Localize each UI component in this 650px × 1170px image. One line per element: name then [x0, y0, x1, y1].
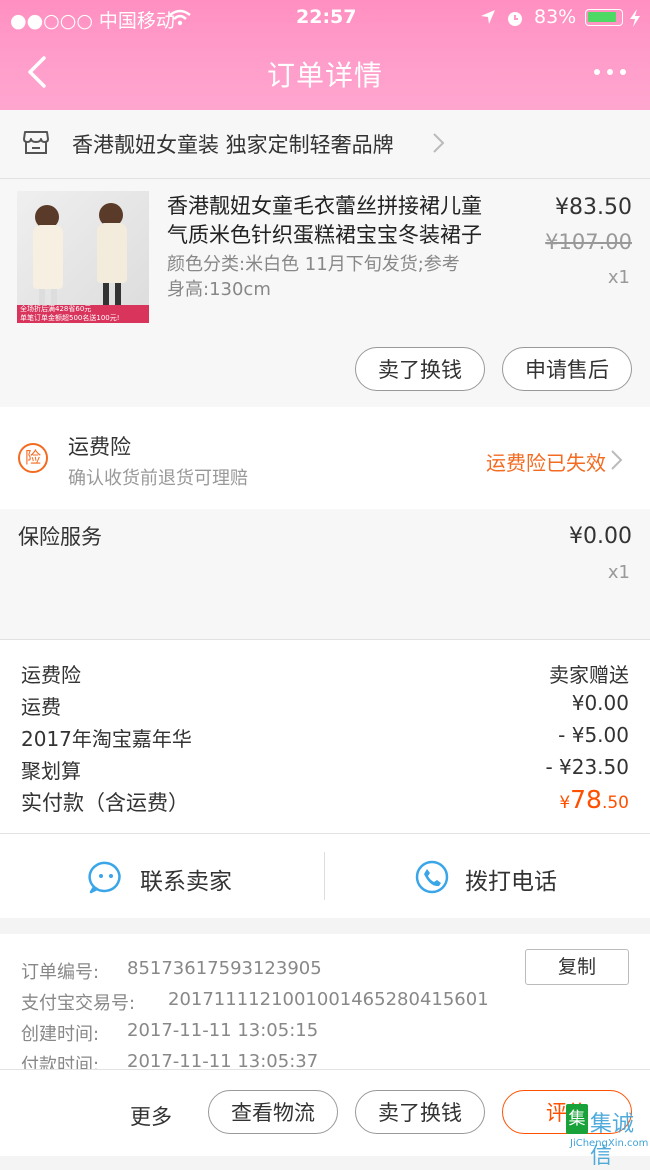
chevron-right-icon: [433, 133, 445, 153]
summary-value: - ¥23.50: [545, 755, 629, 779]
phone-icon: [415, 860, 449, 894]
product-title-line1: 香港靓妞女童毛衣蕾丝拼接裙儿童: [167, 194, 482, 218]
order-number-value: 85173617593123905: [127, 958, 322, 979]
freight-insurance-title: 运费险: [68, 435, 131, 459]
thumb-promo-banner: 全场折后满428省60元 单笔订单金额超500名送100元!: [17, 305, 149, 323]
charging-bolt-icon: [630, 9, 640, 27]
summary-label: 运费险: [21, 663, 81, 687]
insurance-service-label: 保险服务: [18, 525, 102, 549]
shop-name: 香港靓妞女童装 独家定制轻奢品牌: [72, 133, 394, 157]
call-phone-button[interactable]: 拨打电话: [325, 834, 650, 918]
product-price: ¥83.50: [555, 195, 632, 220]
product-title-line2: 气质米色针织蛋糕裙宝宝冬装裙子: [167, 223, 482, 247]
product-quantity: x1: [607, 267, 630, 288]
clock: 22:57: [296, 6, 357, 28]
order-number-label: 订单编号:: [21, 962, 100, 983]
battery-icon: [585, 9, 623, 26]
copy-button[interactable]: 复制: [525, 949, 629, 985]
product-title: 香港靓妞女童毛衣蕾丝拼接裙儿童 气质米色针织蛋糕裙宝宝冬装裙子: [167, 192, 482, 250]
status-bar: ●●○○○ 中国移动 22:57 83%: [0, 0, 650, 36]
header: ●●○○○ 中国移动 22:57 83% 订单详情: [0, 0, 650, 110]
more-options-icon[interactable]: [594, 66, 628, 78]
total-integer: 78: [570, 785, 602, 814]
freight-insurance-row[interactable]: 险 运费险 确认收货前退货可理赔 运费险已失效: [0, 407, 650, 509]
battery-percent: 83%: [534, 6, 577, 28]
alarm-icon: [508, 12, 522, 26]
apply-after-sale-button[interactable]: 申请售后: [502, 347, 632, 391]
alipay-trade-label: 支付宝交易号:: [21, 993, 136, 1014]
chat-face-icon: [88, 861, 121, 894]
product-sku: 颜色分类:米白色 11月下旬发货;参考 身高:130cm: [167, 252, 460, 302]
carrier-label: ●●○○○ 中国移动: [10, 10, 175, 32]
order-info: 订单编号: 85173617593123905 支付宝交易号: 20171111…: [0, 934, 650, 1074]
created-time-label: 创建时间:: [21, 1024, 100, 1045]
thumb-caption-2: 单笔订单金额超500名送100元!: [20, 314, 120, 322]
product-thumbnail[interactable]: 全场折后满428省60元 单笔订单金额超500名送100元!: [17, 191, 149, 323]
shop-row[interactable]: 香港靓妞女童装 独家定制轻奢品牌: [0, 110, 650, 178]
insurance-service-quantity: x1: [607, 562, 630, 583]
view-logistics-button[interactable]: 查看物流: [208, 1090, 338, 1134]
created-time-value: 2017-11-11 13:05:15: [127, 1020, 319, 1041]
payment-summary: 运费险 卖家赠送 运费 ¥0.00 2017年淘宝嘉年华 - ¥5.00 聚划算…: [0, 640, 650, 833]
product-sku-line1: 颜色分类:米白色 11月下旬发货;参考: [167, 254, 460, 275]
watermark-domain: JiChengXin.com: [570, 1138, 649, 1149]
contact-seller-button[interactable]: 联系卖家: [0, 834, 325, 918]
chevron-right-icon: [611, 450, 623, 470]
contact-seller-label: 联系卖家: [140, 869, 232, 895]
summary-value: ¥0.00: [571, 691, 629, 715]
total-currency: ¥: [559, 793, 571, 813]
summary-value: - ¥5.00: [558, 723, 629, 747]
summary-label: 聚划算: [21, 759, 81, 783]
product-sku-line2: 身高:130cm: [167, 279, 271, 300]
shop-icon: [23, 131, 49, 154]
bottom-action-bar: 更多 查看物流 卖了换钱 评价: [0, 1069, 650, 1156]
summary-value: 卖家赠送: [549, 663, 629, 687]
insurance-badge-icon: 险: [18, 443, 48, 473]
more-button[interactable]: 更多: [130, 1101, 172, 1131]
alipay-trade-value: 2017111121001001465280415601: [168, 989, 489, 1010]
location-arrow-icon: [481, 10, 495, 24]
product-card[interactable]: 全场折后满428省60元 单笔订单金额超500名送100元! 香港靓妞女童毛衣蕾…: [0, 179, 650, 407]
sell-for-cash-button[interactable]: 卖了换钱: [355, 1090, 485, 1134]
summary-label: 运费: [21, 695, 61, 719]
insurance-service-price: ¥0.00: [569, 524, 632, 549]
summary-label: 2017年淘宝嘉年华: [21, 727, 192, 751]
total-amount: ¥78.50: [559, 785, 629, 814]
freight-insurance-status: 运费险已失效: [486, 451, 606, 475]
insurance-service-row: 保险服务 ¥0.00 x1: [0, 509, 650, 639]
total-label: 实付款（含运费）: [21, 791, 189, 815]
contact-bar: 联系卖家 拨打电话: [0, 834, 650, 918]
page-title: 订单详情: [266, 59, 383, 92]
product-original-price: ¥107.00: [545, 230, 632, 254]
nav-bar: 订单详情: [0, 36, 650, 110]
sell-for-cash-button[interactable]: 卖了换钱: [355, 347, 485, 391]
total-decimal: .50: [601, 793, 629, 813]
freight-insurance-subtitle: 确认收货前退货可理赔: [68, 468, 248, 489]
call-phone-label: 拨打电话: [465, 869, 557, 895]
thumb-caption-1: 全场折后满428省60元: [20, 305, 92, 313]
wifi-icon: [169, 9, 191, 26]
watermark-logo: 集 集诚信 JiChengXin.com: [566, 1104, 650, 1169]
